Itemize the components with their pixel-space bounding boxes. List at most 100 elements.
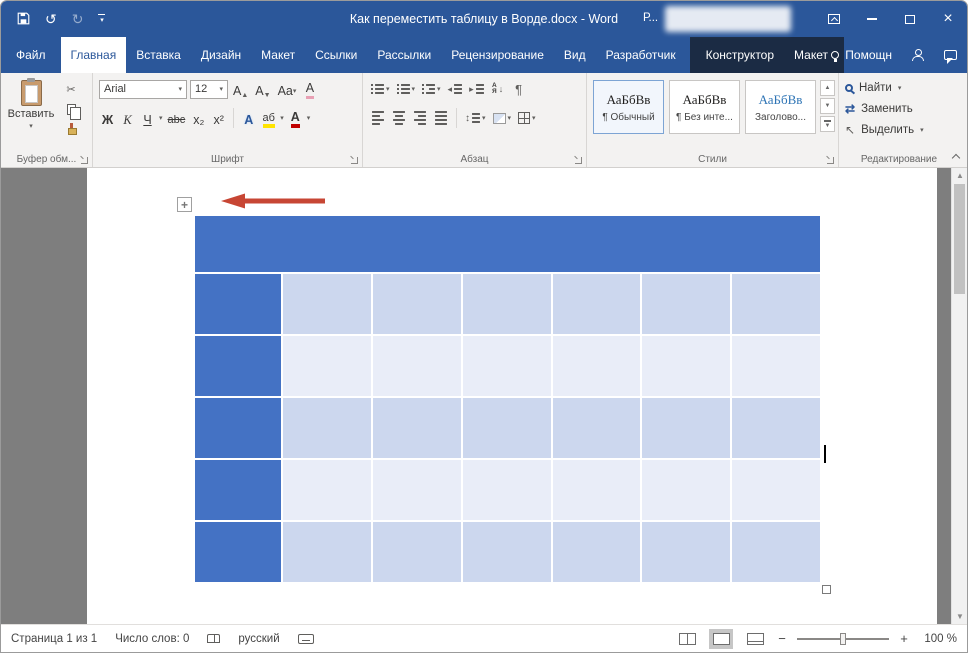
table-cell[interactable] (283, 336, 371, 396)
document-page[interactable]: + (87, 168, 937, 624)
read-mode-button[interactable] (675, 629, 699, 649)
zoom-in-icon[interactable]: + (899, 631, 909, 646)
ribbon-display-options-icon[interactable] (815, 1, 853, 37)
table-cell[interactable] (373, 522, 461, 582)
table-cell[interactable] (373, 398, 461, 458)
format-painter-button[interactable] (61, 121, 81, 137)
table-cell[interactable] (195, 398, 281, 458)
page-indicator[interactable]: Страница 1 из 1 (11, 633, 97, 645)
clear-formatting-button[interactable]: А (301, 79, 318, 99)
font-color-dropdown-icon[interactable]: ▾ (307, 114, 311, 122)
tab-table-layout[interactable]: Макет (784, 37, 838, 73)
font-color-button[interactable]: А (287, 108, 304, 128)
scroll-up-icon[interactable]: ▲ (952, 171, 967, 180)
tab-layout[interactable]: Макет (251, 37, 305, 73)
align-right-button[interactable] (411, 108, 429, 128)
table-cell[interactable] (195, 274, 281, 334)
tab-design[interactable]: Дизайн (191, 37, 251, 73)
bold-button[interactable]: Ж (99, 108, 116, 128)
table-cell[interactable] (463, 274, 551, 334)
tab-review[interactable]: Рецензирование (441, 37, 554, 73)
tell-me-button[interactable]: Помощн (831, 48, 892, 62)
table-cell[interactable] (732, 336, 820, 396)
tab-mailings[interactable]: Рассылки (367, 37, 441, 73)
table-move-handle[interactable]: + (177, 197, 192, 212)
table-cell[interactable] (463, 460, 551, 520)
table-cell[interactable] (373, 274, 461, 334)
increase-indent-button[interactable]: ▸ (467, 79, 486, 99)
minimize-icon[interactable] (853, 1, 891, 37)
table-cell[interactable] (732, 522, 820, 582)
align-left-button[interactable] (369, 108, 387, 128)
tab-references[interactable]: Ссылки (305, 37, 367, 73)
table-cell[interactable] (732, 398, 820, 458)
text-effects-button[interactable]: А (240, 108, 257, 128)
shading-button[interactable]: ▾ (491, 108, 514, 128)
font-size-combobox[interactable]: 12▾ (190, 80, 228, 99)
sort-button[interactable]: АЯ↓ (489, 79, 507, 99)
table-cell[interactable] (642, 522, 730, 582)
tab-file[interactable]: Файл (1, 37, 61, 73)
font-name-combobox[interactable]: Arial▾ (99, 80, 187, 99)
feedback-icon[interactable] (944, 50, 957, 60)
grow-font-button[interactable]: А▲ (231, 79, 250, 99)
table-header-row[interactable] (195, 216, 820, 272)
styles-scroll-down-icon[interactable]: ▼ (820, 98, 835, 114)
table-cell[interactable] (195, 522, 281, 582)
highlight-button[interactable]: аб (260, 108, 277, 128)
zoom-out-icon[interactable]: − (777, 631, 787, 646)
underline-dropdown-icon[interactable]: ▾ (159, 114, 163, 122)
table-cell[interactable] (553, 398, 641, 458)
table-cell[interactable] (463, 398, 551, 458)
table-cell[interactable] (373, 460, 461, 520)
table-cell[interactable] (553, 522, 641, 582)
shrink-font-button[interactable]: А▼ (253, 79, 272, 99)
decrease-indent-button[interactable]: ◂ (446, 79, 465, 99)
sign-in-icon[interactable] (912, 49, 924, 61)
table-cell[interactable] (553, 274, 641, 334)
font-dialog-launcher-icon[interactable] (350, 156, 358, 164)
clipboard-dialog-launcher-icon[interactable] (80, 156, 88, 164)
table-cell[interactable] (553, 336, 641, 396)
tab-view[interactable]: Вид (554, 37, 596, 73)
styles-scroll-up-icon[interactable]: ▲ (820, 80, 835, 96)
underline-button[interactable]: Ч (139, 108, 156, 128)
style-normal[interactable]: АаБбВв ¶ Обычный (593, 80, 664, 134)
vertical-scrollbar[interactable]: ▲ ▼ (951, 168, 967, 624)
tab-table-design[interactable]: Конструктор (696, 37, 784, 73)
save-icon[interactable] (17, 12, 30, 27)
style-no-spacing[interactable]: АаБбВв ¶ Без инте... (669, 80, 740, 134)
table-cell[interactable] (642, 274, 730, 334)
cut-button[interactable]: ✂ (61, 81, 81, 97)
language-indicator[interactable]: русский (238, 633, 279, 645)
paste-dropdown-icon[interactable]: ▾ (29, 122, 33, 130)
tab-developer[interactable]: Разработчик (596, 37, 686, 73)
multilevel-list-button[interactable]: ▾ (420, 79, 443, 99)
table-cell[interactable] (732, 274, 820, 334)
change-case-button[interactable]: Aa▾ (276, 79, 299, 99)
customize-qat-icon[interactable]: ▾ (98, 14, 105, 24)
table-resize-handle[interactable] (822, 585, 831, 594)
table-cell[interactable] (463, 336, 551, 396)
zoom-level[interactable]: 100 % (919, 633, 957, 645)
numbering-button[interactable]: ▾ (395, 79, 418, 99)
replace-button[interactable]: ⇄ Заменить (845, 100, 953, 117)
justify-button[interactable] (432, 108, 450, 128)
table-cell[interactable] (642, 398, 730, 458)
redo-icon[interactable]: ↻ (72, 12, 84, 26)
close-icon[interactable]: × (929, 1, 967, 37)
zoom-slider-thumb[interactable] (840, 633, 846, 645)
subscript-button[interactable]: x₂ (190, 108, 207, 128)
table-cell[interactable] (373, 336, 461, 396)
borders-button[interactable]: ▾ (516, 108, 538, 128)
maximize-icon[interactable] (891, 1, 929, 37)
copy-button[interactable] (61, 101, 81, 117)
scroll-down-icon[interactable]: ▼ (952, 612, 967, 621)
table-cell[interactable] (642, 336, 730, 396)
proofing-status[interactable] (207, 634, 220, 643)
table-cell[interactable] (283, 522, 371, 582)
table-cell[interactable] (195, 460, 281, 520)
highlight-dropdown-icon[interactable]: ▾ (280, 114, 284, 122)
table-cell[interactable] (553, 460, 641, 520)
web-layout-button[interactable] (743, 629, 767, 649)
